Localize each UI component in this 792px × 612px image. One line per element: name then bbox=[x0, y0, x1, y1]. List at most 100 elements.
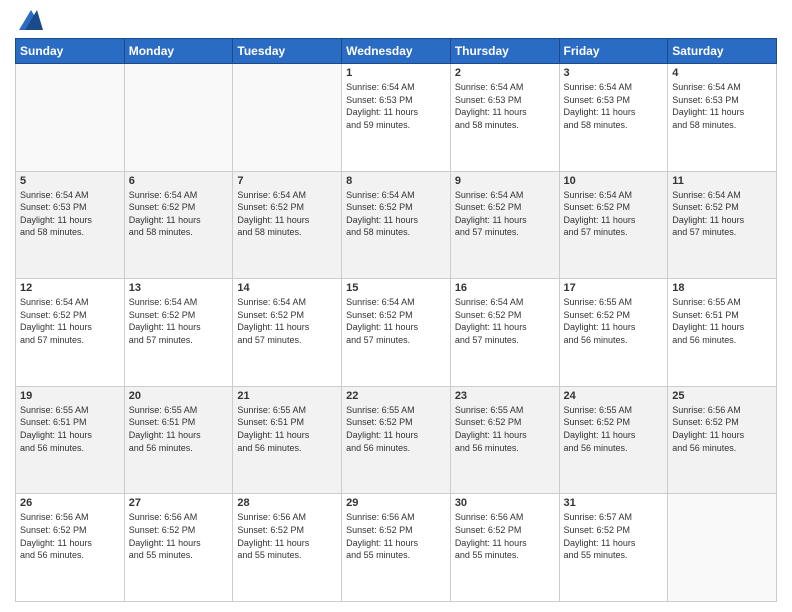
weekday-header-tuesday: Tuesday bbox=[233, 39, 342, 64]
day-cell: 9 Sunrise: 6:54 AM Sunset: 6:52 PM Daylig… bbox=[450, 171, 559, 279]
day-info: Sunrise: 6:54 AM Sunset: 6:52 PM Dayligh… bbox=[237, 296, 337, 346]
day-info: Sunrise: 6:54 AM Sunset: 6:52 PM Dayligh… bbox=[20, 296, 120, 346]
weekday-header-sunday: Sunday bbox=[16, 39, 125, 64]
day-info: Sunrise: 6:54 AM Sunset: 6:52 PM Dayligh… bbox=[237, 189, 337, 239]
logo bbox=[15, 10, 43, 30]
day-info: Sunrise: 6:55 AM Sunset: 6:52 PM Dayligh… bbox=[455, 404, 555, 454]
header bbox=[15, 10, 777, 30]
day-info: Sunrise: 6:55 AM Sunset: 6:52 PM Dayligh… bbox=[346, 404, 446, 454]
day-cell: 28 Sunrise: 6:56 AM Sunset: 6:52 PM Dayli… bbox=[233, 494, 342, 602]
day-number: 26 bbox=[20, 497, 120, 509]
day-cell: 14 Sunrise: 6:54 AM Sunset: 6:52 PM Dayli… bbox=[233, 279, 342, 387]
day-info: Sunrise: 6:55 AM Sunset: 6:51 PM Dayligh… bbox=[129, 404, 229, 454]
day-number: 21 bbox=[237, 390, 337, 402]
day-number: 25 bbox=[672, 390, 772, 402]
day-number: 28 bbox=[237, 497, 337, 509]
day-number: 15 bbox=[346, 282, 446, 294]
day-number: 8 bbox=[346, 175, 446, 187]
day-info: Sunrise: 6:54 AM Sunset: 6:52 PM Dayligh… bbox=[672, 189, 772, 239]
day-number: 13 bbox=[129, 282, 229, 294]
day-cell: 17Sunrise: 6:55 AM Sunset: 6:52 PM Dayli… bbox=[559, 279, 668, 387]
day-number: 20 bbox=[129, 390, 229, 402]
day-cell: 15Sunrise: 6:54 AM Sunset: 6:52 PM Dayli… bbox=[342, 279, 451, 387]
day-cell: 10 Sunrise: 6:54 AM Sunset: 6:52 PM Dayli… bbox=[559, 171, 668, 279]
week-row-1: 5 Sunrise: 6:54 AM Sunset: 6:53 PM Daylig… bbox=[16, 171, 777, 279]
weekday-header-friday: Friday bbox=[559, 39, 668, 64]
day-cell: 1 Sunrise: 6:54 AM Sunset: 6:53 PM Daylig… bbox=[342, 64, 451, 172]
day-number: 3 bbox=[564, 67, 664, 79]
day-info: Sunrise: 6:54 AM Sunset: 6:52 PM Dayligh… bbox=[129, 189, 229, 239]
day-info: Sunrise: 6:54 AM Sunset: 6:52 PM Dayligh… bbox=[455, 296, 555, 346]
day-info: Sunrise: 6:54 AM Sunset: 6:53 PM Dayligh… bbox=[20, 189, 120, 239]
day-number: 30 bbox=[455, 497, 555, 509]
day-cell: 13Sunrise: 6:54 AM Sunset: 6:52 PM Dayli… bbox=[124, 279, 233, 387]
day-cell: 6 Sunrise: 6:54 AM Sunset: 6:52 PM Daylig… bbox=[124, 171, 233, 279]
day-info: Sunrise: 6:54 AM Sunset: 6:52 PM Dayligh… bbox=[346, 189, 446, 239]
week-row-0: 1 Sunrise: 6:54 AM Sunset: 6:53 PM Daylig… bbox=[16, 64, 777, 172]
day-info: Sunrise: 6:56 AM Sunset: 6:52 PM Dayligh… bbox=[672, 404, 772, 454]
day-cell: 25 Sunrise: 6:56 AM Sunset: 6:52 PM Dayli… bbox=[668, 386, 777, 494]
day-info: Sunrise: 6:54 AM Sunset: 6:53 PM Dayligh… bbox=[672, 81, 772, 131]
day-info: Sunrise: 6:56 AM Sunset: 6:52 PM Dayligh… bbox=[129, 511, 229, 561]
day-cell: 5 Sunrise: 6:54 AM Sunset: 6:53 PM Daylig… bbox=[16, 171, 125, 279]
day-info: Sunrise: 6:55 AM Sunset: 6:51 PM Dayligh… bbox=[20, 404, 120, 454]
weekday-header-thursday: Thursday bbox=[450, 39, 559, 64]
day-number: 1 bbox=[346, 67, 446, 79]
day-number: 4 bbox=[672, 67, 772, 79]
day-number: 19 bbox=[20, 390, 120, 402]
day-number: 5 bbox=[20, 175, 120, 187]
day-number: 22 bbox=[346, 390, 446, 402]
weekday-header-monday: Monday bbox=[124, 39, 233, 64]
day-cell bbox=[16, 64, 125, 172]
day-number: 10 bbox=[564, 175, 664, 187]
day-info: Sunrise: 6:55 AM Sunset: 6:51 PM Dayligh… bbox=[672, 296, 772, 346]
day-cell: 12Sunrise: 6:54 AM Sunset: 6:52 PM Dayli… bbox=[16, 279, 125, 387]
day-number: 29 bbox=[346, 497, 446, 509]
day-number: 23 bbox=[455, 390, 555, 402]
day-info: Sunrise: 6:54 AM Sunset: 6:52 PM Dayligh… bbox=[455, 189, 555, 239]
day-cell: 30 Sunrise: 6:56 AM Sunset: 6:52 PM Dayli… bbox=[450, 494, 559, 602]
day-cell: 11 Sunrise: 6:54 AM Sunset: 6:52 PM Dayli… bbox=[668, 171, 777, 279]
day-number: 31 bbox=[564, 497, 664, 509]
page: SundayMondayTuesdayWednesdayThursdayFrid… bbox=[0, 0, 792, 612]
day-number: 7 bbox=[237, 175, 337, 187]
day-cell: 29Sunrise: 6:56 AM Sunset: 6:52 PM Dayli… bbox=[342, 494, 451, 602]
day-cell: 7 Sunrise: 6:54 AM Sunset: 6:52 PM Daylig… bbox=[233, 171, 342, 279]
day-cell: 21Sunrise: 6:55 AM Sunset: 6:51 PM Dayli… bbox=[233, 386, 342, 494]
calendar-table: SundayMondayTuesdayWednesdayThursdayFrid… bbox=[15, 38, 777, 602]
day-number: 9 bbox=[455, 175, 555, 187]
day-number: 17 bbox=[564, 282, 664, 294]
day-number: 14 bbox=[237, 282, 337, 294]
day-number: 16 bbox=[455, 282, 555, 294]
day-cell bbox=[668, 494, 777, 602]
day-cell: 20 Sunrise: 6:55 AM Sunset: 6:51 PM Dayli… bbox=[124, 386, 233, 494]
day-info: Sunrise: 6:54 AM Sunset: 6:52 PM Dayligh… bbox=[564, 189, 664, 239]
weekday-header-row: SundayMondayTuesdayWednesdayThursdayFrid… bbox=[16, 39, 777, 64]
day-cell: 23 Sunrise: 6:55 AM Sunset: 6:52 PM Dayli… bbox=[450, 386, 559, 494]
day-cell: 18 Sunrise: 6:55 AM Sunset: 6:51 PM Dayli… bbox=[668, 279, 777, 387]
weekday-header-saturday: Saturday bbox=[668, 39, 777, 64]
day-info: Sunrise: 6:56 AM Sunset: 6:52 PM Dayligh… bbox=[237, 511, 337, 561]
day-info: Sunrise: 6:54 AM Sunset: 6:53 PM Dayligh… bbox=[455, 81, 555, 131]
day-info: Sunrise: 6:54 AM Sunset: 6:53 PM Dayligh… bbox=[564, 81, 664, 131]
day-number: 2 bbox=[455, 67, 555, 79]
day-info: Sunrise: 6:56 AM Sunset: 6:52 PM Dayligh… bbox=[455, 511, 555, 561]
day-cell: 31 Sunrise: 6:57 AM Sunset: 6:52 PM Dayli… bbox=[559, 494, 668, 602]
week-row-4: 26 Sunrise: 6:56 AM Sunset: 6:52 PM Dayli… bbox=[16, 494, 777, 602]
day-number: 6 bbox=[129, 175, 229, 187]
day-info: Sunrise: 6:54 AM Sunset: 6:53 PM Dayligh… bbox=[346, 81, 446, 131]
day-cell: 26 Sunrise: 6:56 AM Sunset: 6:52 PM Dayli… bbox=[16, 494, 125, 602]
day-cell bbox=[233, 64, 342, 172]
day-info: Sunrise: 6:56 AM Sunset: 6:52 PM Dayligh… bbox=[20, 511, 120, 561]
day-info: Sunrise: 6:57 AM Sunset: 6:52 PM Dayligh… bbox=[564, 511, 664, 561]
day-cell: 16 Sunrise: 6:54 AM Sunset: 6:52 PM Dayli… bbox=[450, 279, 559, 387]
day-cell: 2 Sunrise: 6:54 AM Sunset: 6:53 PM Daylig… bbox=[450, 64, 559, 172]
day-number: 18 bbox=[672, 282, 772, 294]
day-number: 11 bbox=[672, 175, 772, 187]
day-cell: 27 Sunrise: 6:56 AM Sunset: 6:52 PM Dayli… bbox=[124, 494, 233, 602]
day-cell: 24Sunrise: 6:55 AM Sunset: 6:52 PM Dayli… bbox=[559, 386, 668, 494]
day-cell: 19 Sunrise: 6:55 AM Sunset: 6:51 PM Dayli… bbox=[16, 386, 125, 494]
logo-icon bbox=[19, 10, 43, 30]
day-cell: 4 Sunrise: 6:54 AM Sunset: 6:53 PM Daylig… bbox=[668, 64, 777, 172]
day-number: 27 bbox=[129, 497, 229, 509]
